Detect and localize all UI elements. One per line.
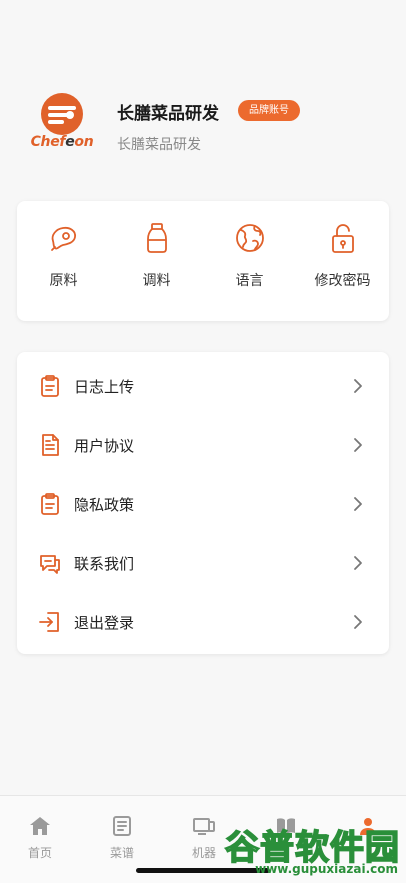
menu-item-label: 退出登录	[74, 614, 135, 632]
seasoning-bottle-icon	[146, 223, 167, 253]
menu-item-label: 日志上传	[74, 378, 135, 396]
menu-item-user-agreement[interactable]: 用户协议	[17, 415, 389, 474]
profile-header: Chefeon 长膳菜品研发 品牌账号 长膳菜品研发	[0, 0, 406, 190]
menu-item-log-upload[interactable]: 日志上传	[17, 356, 389, 415]
grid-item-language[interactable]: 语言	[203, 201, 296, 321]
menu-item-label: 用户协议	[74, 437, 135, 455]
tab-home[interactable]: 首页	[10, 814, 70, 861]
menu-item-contact-us[interactable]: 联系我们	[17, 533, 389, 592]
menu-item-logout[interactable]: 退出登录	[17, 592, 389, 651]
watermark-url: www.gupuxiazai.com	[255, 862, 398, 876]
chat-icon	[40, 555, 60, 574]
tab-label: 菜谱	[109, 846, 134, 860]
chevron-right-icon	[354, 379, 362, 393]
tab-recipes[interactable]: 菜谱	[92, 814, 152, 861]
tab-label: 首页	[27, 846, 52, 860]
settings-menu-card: 日志上传 用户协议 隐私政策 联系我们 退出登录	[17, 352, 389, 654]
grid-item-ingredients[interactable]: 原料	[17, 201, 110, 321]
grid-label: 语言	[235, 273, 264, 289]
brand-account-badge: 品牌账号	[238, 100, 300, 121]
recipe-list-icon	[113, 816, 131, 836]
chevron-right-icon	[354, 556, 362, 570]
home-icon	[30, 817, 50, 835]
company-subtitle: 长膳菜品研发	[117, 137, 201, 153]
meat-icon	[50, 226, 76, 251]
chevron-right-icon	[354, 497, 362, 511]
grid-label: 修改密码	[314, 273, 371, 289]
menu-item-label: 隐私政策	[74, 496, 135, 514]
site-watermark: 谷普软件园 www.gupuxiazai.com	[222, 820, 406, 883]
logo-wordmark: Chefeon	[30, 134, 94, 150]
clipboard-icon	[41, 493, 59, 515]
menu-item-label: 联系我们	[74, 555, 135, 573]
grid-item-seasoning[interactable]: 调料	[110, 201, 203, 321]
device-icon	[193, 818, 215, 835]
company-name: 长膳菜品研发	[117, 104, 219, 124]
grid-item-change-password[interactable]: 修改密码	[296, 201, 389, 321]
quick-actions-card: 原料 调料 语言 修改密码	[17, 201, 389, 321]
menu-item-privacy-policy[interactable]: 隐私政策	[17, 474, 389, 533]
logout-icon	[39, 612, 59, 632]
document-icon	[42, 434, 59, 456]
chefeon-logo: Chefeon	[24, 88, 100, 158]
lock-icon	[331, 224, 354, 253]
chevron-right-icon	[354, 438, 362, 452]
chevron-right-icon	[354, 615, 362, 629]
profile-page: Chefeon 长膳菜品研发 品牌账号 长膳菜品研发 原料 调料 语言 修改密码…	[0, 0, 406, 883]
globe-icon	[235, 224, 264, 252]
clipboard-icon	[41, 375, 59, 397]
grid-label: 原料	[49, 273, 78, 289]
grid-label: 调料	[142, 273, 171, 289]
logo-mark-icon	[41, 93, 83, 135]
